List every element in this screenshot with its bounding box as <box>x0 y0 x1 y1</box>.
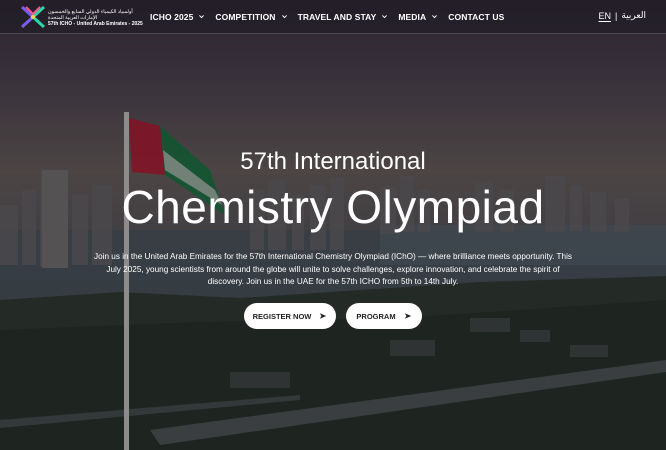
menu-item-travel-and-stay[interactable]: TRAVEL AND STAY <box>298 12 389 22</box>
logo-text: أولمبياد الكيمياء الدولي السابع والخمسون… <box>48 9 143 27</box>
language-ar-link[interactable]: العربية <box>621 10 646 21</box>
hero-title: Chemistry Olympiad <box>121 181 545 233</box>
top-navigation: أولمبياد الكيمياء الدولي السابع والخمسون… <box>0 0 666 34</box>
icho-logo[interactable]: أولمبياد الكيمياء الدولي السابع والخمسون… <box>20 4 143 30</box>
language-separator: | <box>615 10 618 21</box>
hero-buttons: REGISTER NOW PROGRAM <box>0 303 666 329</box>
icho-logo-mark-icon <box>20 5 46 29</box>
logo-line-english: 57th ICHO - United Arab Emirates - 2025 <box>48 21 143 27</box>
menu-item-contact-us[interactable]: CONTACT US <box>448 12 504 22</box>
menu-item-label: COMPETITION <box>215 11 276 22</box>
chevron-down-icon <box>382 15 388 19</box>
hero-subtitle: 57th International <box>240 148 426 175</box>
main-menu: ICHO 2025 COMPETITION TRAVEL AND STAY ME… <box>150 0 514 33</box>
register-now-button[interactable]: REGISTER NOW <box>244 303 336 329</box>
hero-description: Join us in the United Arab Emirates for … <box>94 252 572 286</box>
chevron-down-icon <box>199 15 205 19</box>
language-en-link[interactable]: EN <box>599 11 612 21</box>
menu-item-label: ICHO 2025 <box>150 11 194 22</box>
menu-item-media[interactable]: MEDIA <box>398 12 438 22</box>
hero-section: أولمبياد الكيمياء الدولي السابع والخمسون… <box>0 0 666 450</box>
program-button[interactable]: PROGRAM <box>346 303 422 329</box>
language-switcher: EN | العربية <box>599 10 646 21</box>
chevron-down-icon <box>281 15 287 19</box>
menu-item-competition[interactable]: COMPETITION <box>215 12 287 22</box>
menu-item-label: CONTACT US <box>448 11 505 22</box>
register-now-label: REGISTER NOW <box>252 311 312 321</box>
chevron-down-icon <box>432 15 438 19</box>
menu-item-label: MEDIA <box>398 11 427 22</box>
arrow-right-icon <box>404 313 411 319</box>
menu-item-label: TRAVEL AND STAY <box>297 11 377 22</box>
arrow-right-icon <box>320 313 327 319</box>
menu-item-icho-2025[interactable]: ICHO 2025 <box>150 12 205 22</box>
program-label: PROGRAM <box>356 311 396 321</box>
